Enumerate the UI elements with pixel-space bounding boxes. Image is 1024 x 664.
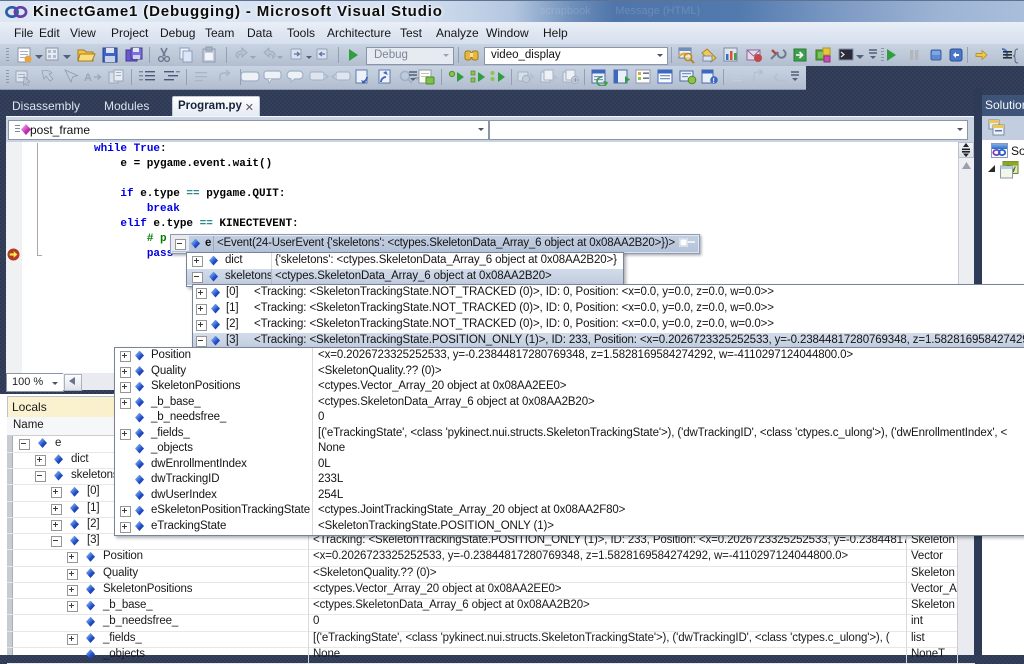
svg-text:A: A — [84, 72, 92, 84]
svg-text:!: ! — [713, 78, 715, 85]
